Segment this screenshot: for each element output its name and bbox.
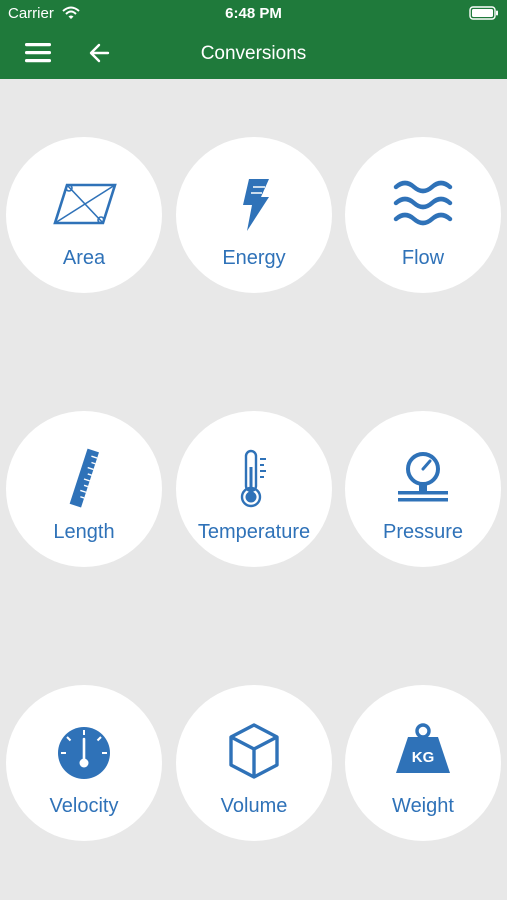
tile-label: Weight — [392, 795, 454, 817]
kg-text: KG — [412, 749, 435, 766]
lightning-icon — [219, 173, 289, 237]
tile-temperature[interactable]: Temperature — [176, 411, 332, 567]
tile-volume[interactable]: Volume — [176, 685, 332, 841]
cube-icon — [219, 721, 289, 785]
pressure-gauge-icon — [388, 447, 458, 511]
tile-label: Velocity — [49, 795, 119, 817]
page-title: Conversions — [200, 43, 307, 64]
ruler-icon — [49, 447, 119, 511]
tile-weight[interactable]: KG Weight — [345, 685, 501, 841]
tile-label: Energy — [222, 247, 286, 269]
tile-label: Volume — [220, 795, 288, 817]
tile-length[interactable]: Length — [6, 411, 162, 567]
waves-icon — [388, 173, 458, 237]
tile-label: Flow — [401, 247, 445, 269]
status-bar: Carrier 6:48 PM — [0, 0, 507, 28]
tile-velocity[interactable]: Velocity — [6, 685, 162, 841]
battery-icon — [469, 6, 499, 25]
kg-weight-icon: KG — [388, 721, 458, 785]
tile-label: Length — [53, 521, 115, 543]
status-time: 6:48 PM — [225, 5, 282, 22]
speedometer-icon — [49, 721, 119, 785]
tile-pressure[interactable]: Pressure — [345, 411, 501, 567]
tile-label: Pressure — [382, 521, 464, 543]
parallelogram-icon — [49, 173, 119, 237]
nav-bar: Conversions — [0, 28, 507, 79]
tile-energy[interactable]: Energy — [176, 137, 332, 293]
thermometer-icon — [219, 447, 289, 511]
tile-label: Temperature — [197, 521, 311, 543]
tile-flow[interactable]: Flow — [345, 137, 501, 293]
tile-area[interactable]: Area — [6, 137, 162, 293]
tile-label: Area — [62, 247, 106, 269]
